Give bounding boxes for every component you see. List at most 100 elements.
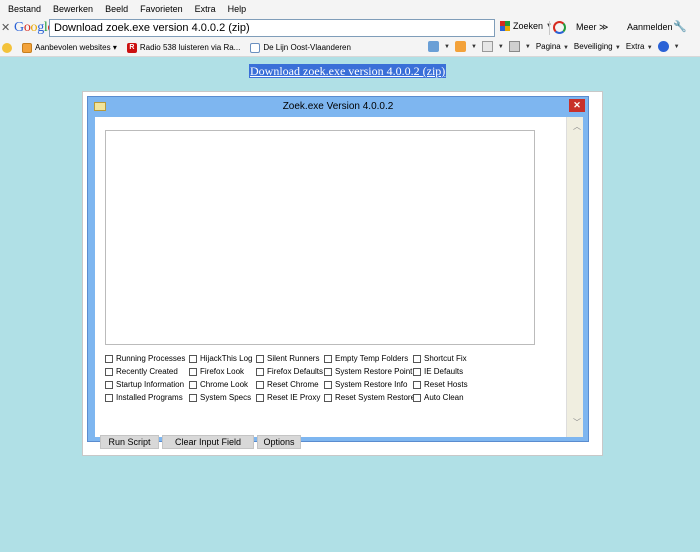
menu-help[interactable]: Help	[222, 4, 253, 14]
checkbox-box[interactable]	[189, 380, 197, 389]
chevron-down-icon[interactable]: ▼	[471, 44, 477, 50]
chevron-down-icon[interactable]: ▼	[525, 44, 531, 50]
zoeken-button[interactable]: Zoeken ▼	[500, 21, 552, 31]
close-toolbar-icon[interactable]: ✕	[1, 21, 10, 34]
script-input[interactable]	[105, 130, 535, 345]
checkbox-box[interactable]	[413, 354, 421, 363]
checkbox-auto-clean[interactable]: Auto Clean	[413, 392, 464, 403]
checkbox-box[interactable]	[105, 393, 113, 402]
checkbox-firefox-look[interactable]: Firefox Look	[189, 366, 244, 377]
checkbox-box[interactable]	[189, 393, 197, 402]
window-close-button[interactable]: ✕	[569, 99, 585, 112]
fav-label: De Lijn Oost-Vlaanderen	[263, 43, 351, 52]
checkbox-box[interactable]	[324, 367, 332, 376]
google-logo: Google	[14, 20, 54, 35]
outer-scroll-up-icon[interactable]: ︿	[573, 121, 581, 132]
checkbox-box[interactable]	[413, 367, 421, 376]
checkbox-installed-programs[interactable]: Installed Programs	[105, 392, 183, 403]
cmd-extra[interactable]: Extra ▼	[626, 42, 653, 51]
clear-input-button[interactable]: Clear Input Field	[162, 435, 254, 449]
cmd-pagina[interactable]: Pagina ▼	[536, 42, 569, 51]
outer-scroll-down-icon[interactable]: ﹀	[573, 417, 581, 428]
google-swirl-icon[interactable]	[553, 21, 566, 34]
checkbox-box[interactable]	[413, 393, 421, 402]
checkbox-firefox-defaults[interactable]: Firefox Defaults	[256, 366, 323, 377]
checkbox-empty-temp-folders[interactable]: Empty Temp Folders	[324, 353, 408, 364]
checkbox-chrome-look[interactable]: Chrome Look	[189, 379, 248, 390]
checkbox-box[interactable]	[189, 354, 197, 363]
checkbox-recently-created[interactable]: Recently Created	[105, 366, 178, 377]
cmd-label: Extra	[625, 42, 645, 51]
help-icon[interactable]	[657, 41, 669, 52]
window-title: Zoek.exe Version 4.0.0.2	[282, 101, 394, 112]
checkbox-reset-ie-proxy[interactable]: Reset IE Proxy	[256, 392, 320, 403]
checkbox-label: System Specs	[200, 393, 252, 402]
mail-icon[interactable]	[481, 41, 493, 52]
checkbox-box[interactable]	[324, 380, 332, 389]
rss-icon[interactable]	[454, 41, 466, 52]
checkbox-box[interactable]	[324, 354, 332, 363]
window-client: ︿ ﹀ Running Processes Recently Created Sta…	[95, 117, 583, 449]
menu-extra[interactable]: Extra	[189, 4, 222, 14]
favorites-star[interactable]	[2, 42, 12, 53]
fav-delijn[interactable]: De Lijn Oost-Vlaanderen	[250, 42, 351, 53]
menu-favorieten[interactable]: Favorieten	[134, 4, 189, 14]
checkbox-reset-system-restore[interactable]: Reset System Restore	[324, 392, 415, 403]
meer-button[interactable]: Meer ≫	[576, 22, 608, 33]
checkbox-box[interactable]	[256, 380, 264, 389]
checkbox-label: Running Processes	[116, 354, 186, 363]
checkbox-system-restore-info[interactable]: System Restore Info	[324, 379, 407, 390]
radio-r-icon: R	[126, 42, 137, 53]
wrench-icon[interactable]: 🔧	[673, 20, 687, 33]
checkbox-reset-hosts[interactable]: Reset Hosts	[413, 379, 468, 390]
checkbox-startup-information[interactable]: Startup Information	[105, 379, 184, 390]
checkbox-box[interactable]	[256, 393, 264, 402]
checkbox-box[interactable]	[105, 380, 113, 389]
fav-radio538[interactable]: R Radio 538 luisteren via Ra...	[126, 42, 240, 53]
toolbar-divider	[549, 21, 550, 35]
fav-aanbevolen[interactable]: Aanbevolen websites ▾	[22, 42, 117, 53]
checkbox-system-specs[interactable]: System Specs	[189, 392, 251, 403]
download-link[interactable]: Download zoek.exe version 4.0.0.2 (zip)	[249, 64, 447, 78]
checkbox-label: Reset IE Proxy	[267, 393, 321, 402]
checkbox-reset-chrome[interactable]: Reset Chrome	[256, 379, 319, 390]
checkbox-ie-defaults[interactable]: IE Defaults	[413, 366, 463, 377]
home-icon[interactable]	[428, 41, 439, 52]
checkbox-box[interactable]	[256, 354, 264, 363]
chevron-down-icon[interactable]: ▼	[674, 44, 680, 50]
checkbox-box[interactable]	[189, 367, 197, 376]
run-script-button[interactable]: Run Script	[100, 435, 159, 449]
checkbox-label: Firefox Look	[200, 367, 245, 376]
checkbox-label: Recently Created	[116, 367, 178, 376]
feed-icon	[22, 42, 32, 53]
checkbox-label: Auto Clean	[424, 393, 464, 402]
google-search-input[interactable]: Download zoek.exe version 4.0.0.2 (zip)	[49, 19, 495, 37]
checkbox-box[interactable]	[105, 367, 113, 376]
cmd-label: Pagina	[535, 42, 561, 51]
checkbox-label: Reset Chrome	[267, 380, 319, 389]
checkbox-box[interactable]	[256, 367, 264, 376]
menu-beeld[interactable]: Beeld	[99, 4, 134, 14]
chevron-down-icon[interactable]: ▼	[498, 44, 504, 50]
cmd-beveiliging[interactable]: Beveiliging ▼	[574, 42, 621, 51]
checkbox-box[interactable]	[413, 380, 421, 389]
checkbox-box[interactable]	[324, 393, 332, 402]
checkbox-system-restore-point[interactable]: System Restore Point	[324, 366, 412, 377]
zoeken-label: Zoeken	[513, 21, 544, 31]
checkbox-running-processes[interactable]: Running Processes	[105, 353, 185, 364]
print-icon[interactable]	[508, 41, 520, 52]
checkbox-shortcut-fix[interactable]: Shortcut Fix	[413, 353, 467, 364]
menu-bestand[interactable]: Bestand	[2, 4, 47, 14]
aanmelden-button[interactable]: Aanmelden	[627, 22, 673, 32]
menu-bewerken[interactable]: Bewerken	[47, 4, 99, 14]
chevron-down-icon[interactable]: ▼	[444, 44, 450, 50]
options-button[interactable]: Options	[257, 435, 301, 449]
checkbox-label: Shortcut Fix	[424, 354, 467, 363]
google-toolbar: ✕ Google Download zoek.exe version 4.0.0…	[0, 18, 700, 39]
checkbox-label: IE Defaults	[424, 367, 464, 376]
checkbox-box[interactable]	[105, 354, 113, 363]
checkbox-silent-runners[interactable]: Silent Runners	[256, 353, 319, 364]
page-icon	[250, 42, 261, 53]
checkbox-label: Reset Hosts	[424, 380, 468, 389]
checkbox-hijackthis-log[interactable]: HijackThis Log	[189, 353, 252, 364]
